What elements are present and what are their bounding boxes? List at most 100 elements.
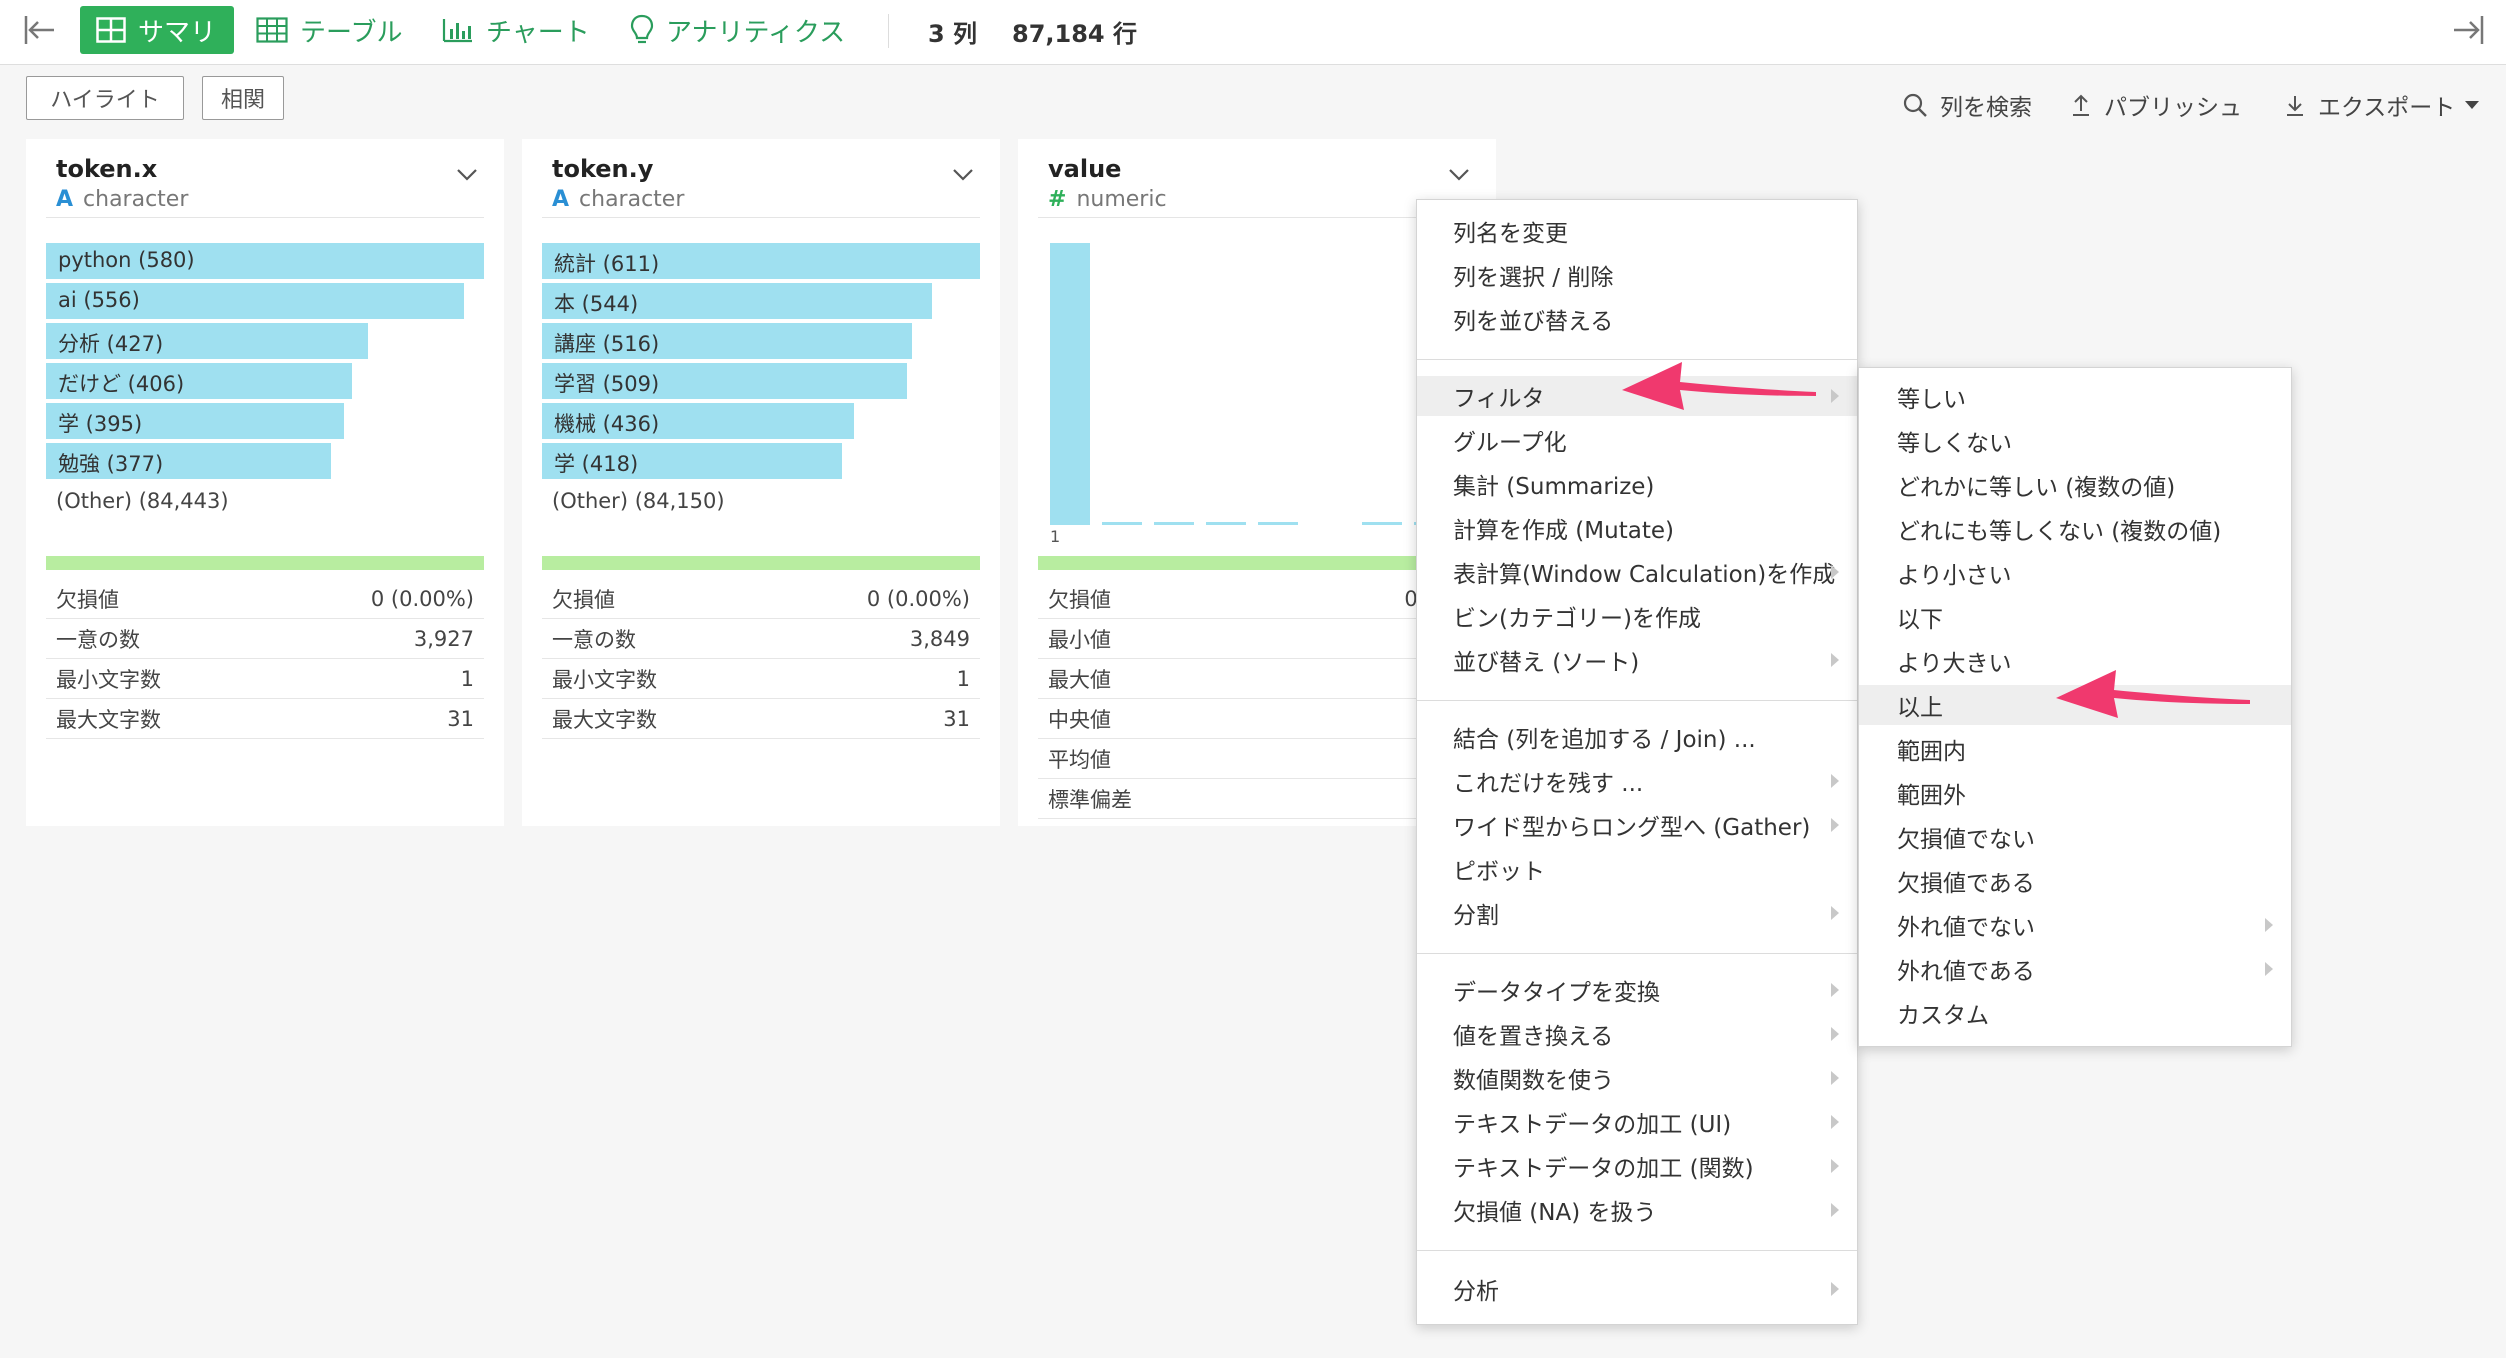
menu-item-mutate[interactable]: 計算を作成 (Mutate) [1417,508,1857,548]
menu-item-label: カスタム [1897,1003,1989,1029]
top-values-bars: python (580) ai (556) 分析 (427) だけど (406)… [46,243,484,483]
menu-item-label: 等しくない [1897,431,2012,457]
histogram-bar [1102,522,1142,525]
stat-label: 欠損値 [552,587,615,612]
tab-analytics[interactable]: アナリティクス [614,6,861,54]
bar-row[interactable]: 機械 (436) [542,403,980,439]
bar-label: 講座 (516) [554,332,660,356]
column-card-token-y: token.y Acharacter 統計 (611) 本 (544) 講座 (… [522,139,1000,826]
bar-row[interactable]: だけど (406) [46,363,484,399]
chevron-down-icon[interactable] [1448,167,1470,186]
stat-label: 最小文字数 [56,667,161,692]
column-count: 3 列 [928,20,978,48]
stat-label: 最大値 [1048,667,1111,692]
filter-equal-none[interactable]: どれにも等しくない (複数の値) [1859,509,2291,549]
menu-item-label: 欠損値でない [1897,827,2035,853]
submenu-arrow-icon [1831,1115,1839,1129]
menu-item-label: 数値関数を使う [1453,1068,1614,1094]
filter-custom[interactable]: カスタム [1859,993,2291,1033]
bar-row[interactable]: 分析 (427) [46,323,484,359]
stat-value: 3,849 [909,626,970,651]
highlight-button[interactable]: ハイライト [26,76,184,120]
menu-item-bin[interactable]: ビン(カテゴリー)を作成 [1417,596,1857,636]
lightbulb-icon [630,14,654,46]
histogram-bar [1206,522,1246,525]
correlation-button[interactable]: 相関 [202,76,284,120]
menu-item-label: 欠損値である [1897,871,2035,897]
menu-item-pivot[interactable]: ピボット [1417,849,1857,889]
menu-item-reorder[interactable]: 列を並び替える [1417,299,1857,339]
tab-table[interactable]: テーブル [240,6,418,54]
menu-item-gather[interactable]: ワイド型からロング型へ (Gather) [1417,805,1857,845]
menu-item-keep-only[interactable]: これだけを残す ... [1417,761,1857,801]
menu-item-label: 等しい [1897,387,1966,413]
menu-item-label: 外れ値でない [1897,915,2035,941]
filter-less-than[interactable]: より小さい [1859,553,2291,593]
filter-is-outlier[interactable]: 外れ値である [1859,949,2291,989]
tab-chart[interactable]: チャート [426,6,606,54]
filter-not-na[interactable]: 欠損値でない [1859,817,2291,857]
menu-item-label: ピボット [1453,859,1545,885]
filter-equal-any[interactable]: どれかに等しい (複数の値) [1859,465,2291,505]
menu-item-label: 列名を変更 [1453,221,1568,247]
bar-row[interactable]: 勉強 (377) [46,443,484,479]
bar-row[interactable]: 本 (544) [542,283,980,319]
menu-item-text-functions[interactable]: テキストデータの加工 (関数) [1417,1146,1857,1186]
export-button[interactable]: エクスポート [2284,88,2480,122]
search-columns-button[interactable]: 列を検索 [1902,88,2032,122]
publish-button[interactable]: パブリッシュ [2070,88,2242,122]
submenu-arrow-icon [1831,653,1839,667]
filter-less-equal[interactable]: 以下 [1859,597,2291,637]
menu-item-replace-values[interactable]: 値を置き換える [1417,1014,1857,1054]
collapse-left-icon[interactable] [22,12,58,54]
chevron-down-icon[interactable] [952,167,974,186]
menu-item-window-calc[interactable]: 表計算(Window Calculation)を作成 [1417,552,1857,592]
bar-label: ai (556) [58,288,140,312]
bar-label: 統計 (611) [554,252,660,276]
menu-item-rename[interactable]: 列名を変更 [1417,211,1857,251]
bar-row[interactable]: python (580) [46,243,484,279]
filter-is-na[interactable]: 欠損値である [1859,861,2291,901]
bar-row[interactable]: ai (556) [46,283,484,319]
stat-value: 0 (0.00%) [866,586,970,611]
menu-item-numeric-functions[interactable]: 数値関数を使う [1417,1058,1857,1098]
chevron-down-icon[interactable] [456,167,478,186]
stat-value: 1 [956,666,970,691]
menu-item-select-delete[interactable]: 列を選択 / 削除 [1417,255,1857,295]
histogram-bar [1154,522,1194,525]
stat-label: 欠損値 [1048,587,1111,612]
bar-chart-icon [442,17,474,43]
menu-item-label: どれかに等しい (複数の値) [1897,475,2176,501]
bar-row[interactable]: 学 (418) [542,443,980,479]
search-icon [1902,92,1928,118]
menu-item-label: ビン(カテゴリー)を作成 [1453,606,1701,632]
menu-item-label: テキストデータの加工 (関数) [1453,1156,1754,1182]
bar-row[interactable]: 学習 (509) [542,363,980,399]
numeric-type-icon: # [1048,187,1067,212]
menu-item-split[interactable]: 分割 [1417,893,1857,933]
menu-item-label: 範囲内 [1897,739,1966,765]
menu-item-label: より大きい [1897,651,2012,677]
bar-row[interactable]: 学 (395) [46,403,484,439]
bar-row[interactable]: 統計 (611) [542,243,980,279]
menu-item-analysis[interactable]: 分析 [1417,1269,1857,1309]
menu-item-sort[interactable]: 並び替え (ソート) [1417,640,1857,680]
stat-row: 標準偏差2 [1038,779,1476,819]
submenu-arrow-icon [1831,818,1839,832]
menu-item-join[interactable]: 結合 (列を追加する / Join) ... [1417,717,1857,757]
menu-item-handle-na[interactable]: 欠損値 (NA) を扱う [1417,1190,1857,1230]
menu-item-text-ui[interactable]: テキストデータの加工 (UI) [1417,1102,1857,1142]
filter-equal[interactable]: 等しい [1859,377,2291,417]
menu-item-summarize[interactable]: 集計 (Summarize) [1417,464,1857,504]
filter-not-equal[interactable]: 等しくない [1859,421,2291,461]
submenu-arrow-icon [1831,565,1839,579]
tab-summary[interactable]: サマリ [80,6,234,54]
column-type-label: numeric [1076,187,1167,212]
column-stats: 欠損値 0 (0.00%) 一意の数 3,849 最小文字数 1 最大文字数 31 [542,579,980,739]
collapse-right-icon[interactable] [2450,12,2486,54]
filter-out-of-range[interactable]: 範囲外 [1859,773,2291,813]
card-divider [46,217,484,218]
menu-item-convert-type[interactable]: データタイプを変換 [1417,970,1857,1010]
filter-not-outlier[interactable]: 外れ値でない [1859,905,2291,945]
bar-row[interactable]: 講座 (516) [542,323,980,359]
